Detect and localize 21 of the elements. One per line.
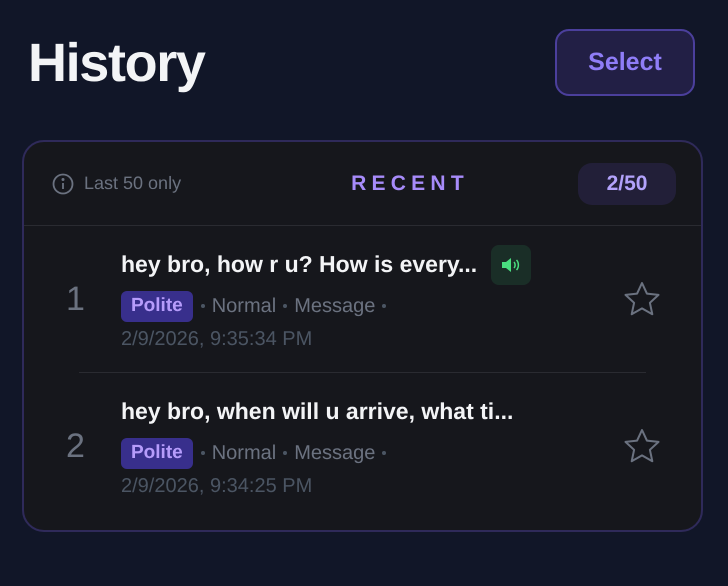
timestamp: 2/9/2026, 9:34:25 PM [121,474,312,498]
count-badge: 2/50 [578,162,676,204]
meta-label: Normal [212,294,276,319]
star-icon[interactable] [623,281,661,317]
speaker-button[interactable] [491,244,532,284]
message-text: hey bro, when will u arrive, what ti... [121,397,514,426]
speaker-icon [501,256,522,272]
section-heading: RECENT [351,170,469,197]
meta-label: Message [294,441,376,466]
limit-note: Last 50 only [84,172,182,195]
select-button[interactable]: Select [555,29,695,96]
meta-label: Normal [212,441,276,466]
meta-label: Message [294,294,376,319]
star-icon[interactable] [623,428,661,464]
message-text: hey bro, how r u? How is every... [121,250,478,280]
row-number: 2 [66,426,86,466]
timestamp: 2/9/2026, 9:35:34 PM [121,326,312,352]
row-number: 1 [66,278,86,320]
info-icon [52,172,74,194]
tone-tag: Polite [121,438,193,468]
tone-tag: Polite [121,290,193,322]
